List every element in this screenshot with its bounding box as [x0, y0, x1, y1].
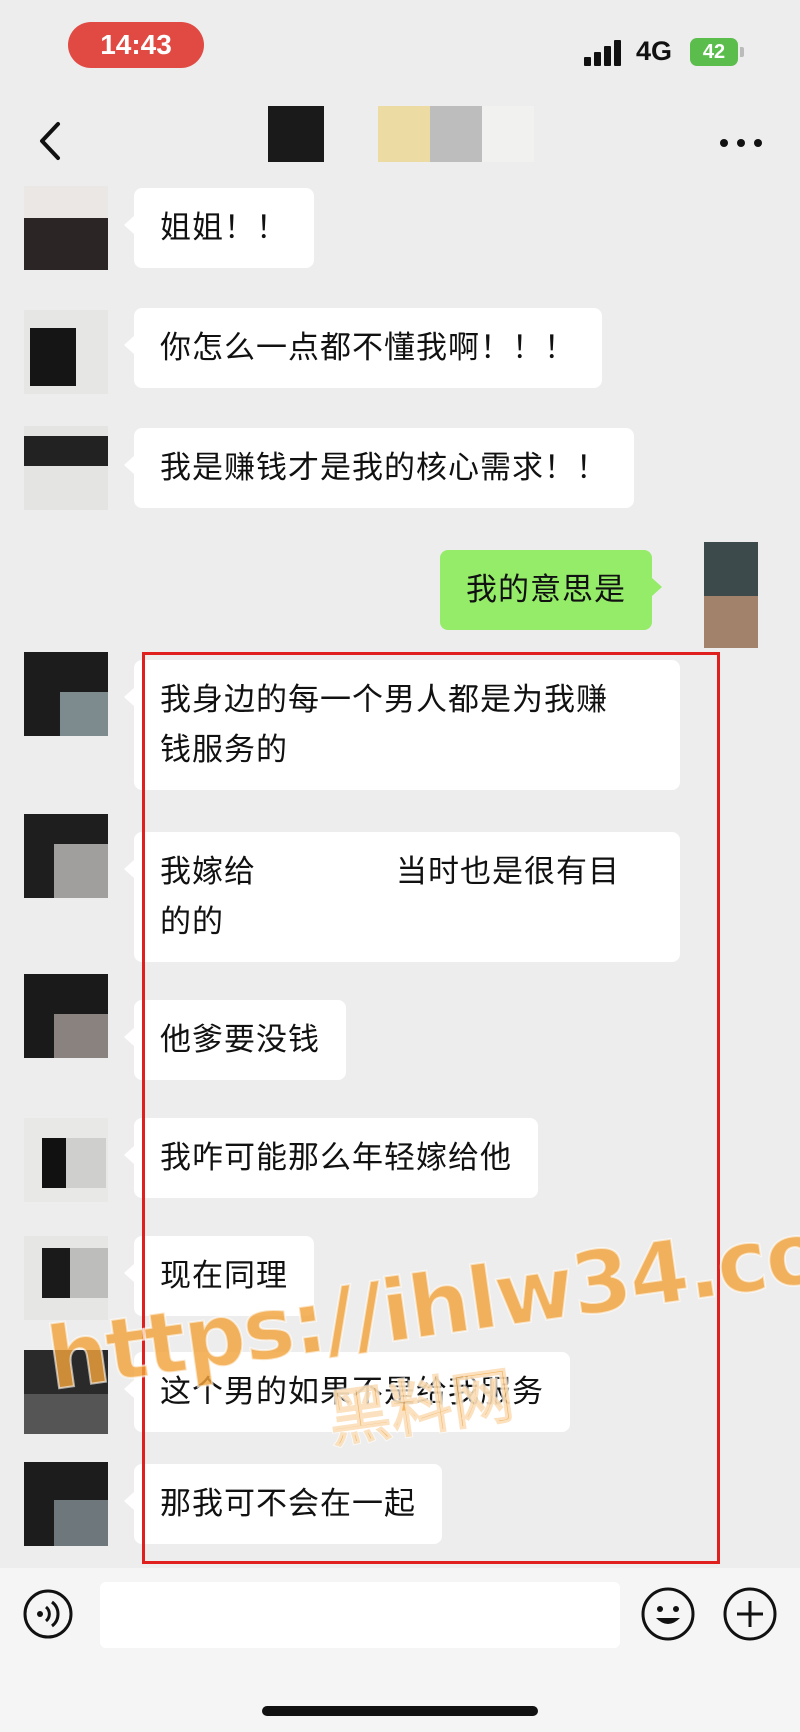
voice-icon[interactable]	[22, 1588, 74, 1640]
signal-icon	[584, 38, 624, 66]
message-input[interactable]	[100, 1582, 620, 1648]
avatar[interactable]	[24, 1118, 108, 1202]
message-text: 我的意思是	[466, 572, 626, 608]
avatar[interactable]	[24, 652, 108, 736]
message-text: 你怎么一点都不懂我啊！！！	[160, 330, 576, 366]
avatar[interactable]	[24, 1236, 108, 1320]
message-bubble[interactable]: 我是赚钱才是我的核心需求！！	[124, 428, 634, 508]
plus-icon[interactable]	[722, 1586, 778, 1642]
avatar[interactable]	[24, 814, 108, 898]
message-bubble[interactable]: 姐姐！！	[124, 188, 314, 268]
battery-level: 42	[702, 41, 726, 63]
status-bar: 14:43 4G 42	[0, 0, 800, 100]
message-text: 姐姐！！	[160, 210, 288, 246]
battery-icon: 42	[690, 38, 744, 66]
avatar[interactable]	[24, 1350, 108, 1434]
home-indicator[interactable]	[262, 1706, 538, 1716]
my-avatar[interactable]	[704, 542, 758, 648]
emoji-icon[interactable]	[640, 1586, 696, 1642]
my-message-bubble[interactable]: 我的意思是	[440, 550, 662, 630]
status-time: 14:43	[68, 22, 204, 68]
avatar[interactable]	[24, 426, 108, 510]
highlight-box	[142, 652, 720, 1564]
message-bubble[interactable]: 你怎么一点都不懂我啊！！！	[124, 308, 602, 388]
avatar[interactable]	[24, 186, 108, 270]
avatar[interactable]	[24, 974, 108, 1058]
input-bar	[0, 1568, 800, 1732]
more-icon[interactable]	[720, 136, 764, 150]
message-text: 我是赚钱才是我的核心需求！！	[160, 450, 608, 486]
avatar[interactable]	[24, 310, 108, 394]
back-icon[interactable]	[30, 116, 70, 166]
network-type: 4G	[636, 36, 673, 66]
avatar[interactable]	[24, 1462, 108, 1546]
